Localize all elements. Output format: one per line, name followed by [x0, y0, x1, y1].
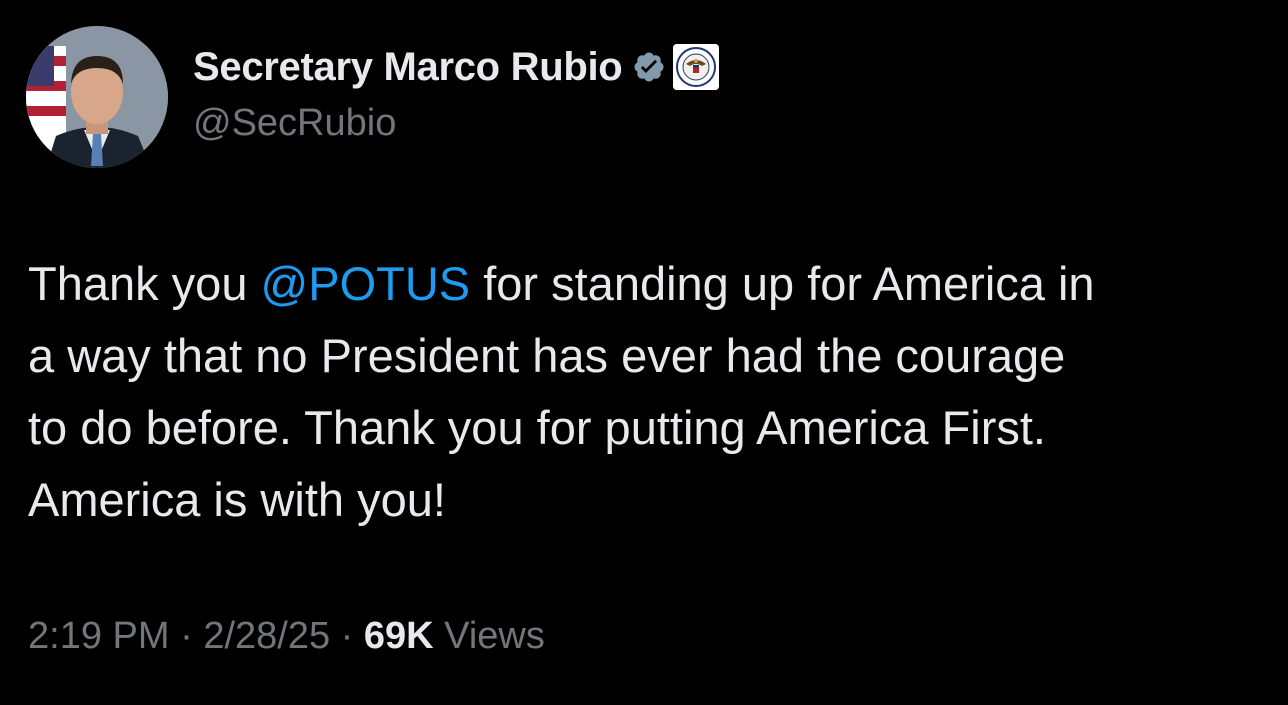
- mention-link[interactable]: @POTUS: [261, 257, 471, 310]
- views-label: Views: [433, 615, 545, 657]
- tweet-text: Thank you @POTUS for standing up for Ame…: [28, 248, 1268, 536]
- tweet-text-line: to do before. Thank you for putting Amer…: [28, 401, 1046, 454]
- state-department-seal-icon[interactable]: [673, 44, 720, 90]
- tweet-text-line: Thank you @POTUS for standing up for Ame…: [28, 248, 1268, 320]
- tweet-text-line: a way that no President has ever had the…: [28, 329, 1066, 382]
- tweet-text-segment: Thank you: [28, 257, 261, 310]
- author-handle[interactable]: @SecRubio: [193, 102, 396, 145]
- tweet-time[interactable]: 2:19 PM: [28, 615, 170, 657]
- meta-separator: ·: [169, 615, 204, 657]
- tweet-text-segment: for standing up for America in: [470, 257, 1095, 310]
- tweet-meta: 2:19 PM · 2/28/25 · 69K Views: [28, 615, 545, 658]
- display-name[interactable]: Secretary Marco Rubio: [193, 45, 623, 90]
- views-count[interactable]: 69K: [364, 615, 434, 657]
- avatar-photo-icon: [26, 26, 168, 168]
- tweet-text-line: America is with you!: [28, 473, 446, 526]
- author-name-row: Secretary Marco Rubio: [193, 44, 720, 90]
- tweet[interactable]: Secretary Marco Rubio @SecRubio Thank yo…: [0, 0, 1288, 705]
- verified-badge-icon[interactable]: [632, 50, 666, 84]
- meta-separator: ·: [330, 615, 364, 657]
- avatar[interactable]: [26, 26, 168, 168]
- tweet-date[interactable]: 2/28/25: [203, 615, 330, 657]
